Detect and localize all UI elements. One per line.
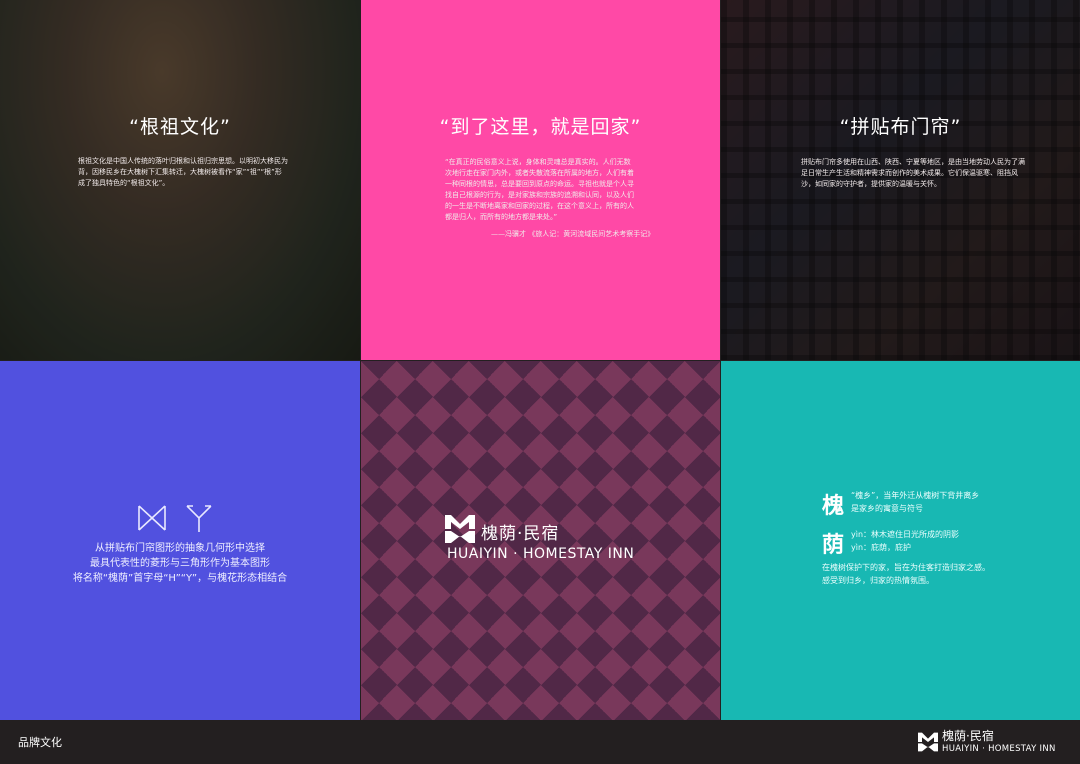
char-yin: 荫: [822, 533, 845, 558]
panel-root-culture: “根祖文化” 根祖文化是中国人传统的落叶归根和认祖归宗思想。以明初大移民为背，因…: [0, 0, 360, 360]
panel-logo-concept: 从拼贴布门帘图形的抽象几何形中选择 最具代表性的菱形与三角形作为基本图形 将名称…: [0, 361, 360, 721]
slogan-line: 将名称“槐荫”首字母“H”“Y”，与槐花形态相结合: [72, 573, 288, 584]
closing-line: 感受到归乡，归家的热情氛围。: [822, 576, 934, 585]
section-label: 品牌文化: [18, 736, 62, 749]
panel-name-meaning: 槐 “槐乡”，当年外迁从槐树下背井离乡 是家乡的寓意与符号 荫 yìn：林木遮住…: [721, 361, 1080, 721]
h-y-glyph-icon: [138, 505, 212, 532]
logo-concept-text: 从拼贴布门帘图形的抽象几何形中选择 最具代表性的菱形与三角形作为基本图形 将名称…: [0, 541, 360, 586]
closing-line: 在槐树保护下的家，旨在为住客打造归家之感。: [822, 563, 990, 572]
meaning-line: “槐乡”，当年外迁从槐树下背井离乡: [851, 491, 980, 500]
brand-mark-icon: [445, 515, 475, 543]
quote-source: ——冯骥才 《旅人记：黄河流域民间艺术考察手记》: [491, 230, 655, 238]
brand-name-cn: 槐荫·民宿: [942, 729, 994, 743]
slogan-line: 从拼贴布门帘图形的抽象几何形中选择: [95, 543, 265, 554]
panel-title: “到了这里，就是回家”: [439, 116, 642, 138]
closing-text: 在槐树保护下的家，旨在为住客打造归家之感。 感受到归乡，归家的热情氛围。: [822, 561, 990, 587]
panel-title: “拼贴布门帘”: [839, 116, 962, 138]
brand-logo: 槐荫·民宿 HUAIYIN · HOMESTAY INN: [445, 515, 685, 575]
panel-quote: “在真正的民俗意义上说，身体和灵魂总是真实的。人们无数次地行走在家门内外，或者失…: [445, 158, 634, 221]
panel-patchwork-curtain: “拼贴布门帘” 拼贴布门帘多使用在山西、陕西、宁夏等地区，是由当地劳动人民为了满…: [721, 0, 1080, 360]
brand-name-en: HUAIYIN · HOMESTAY INN: [942, 744, 1056, 754]
footer-bar: 品牌文化 槐荫·民宿 HUAIYIN · HOMESTAY INN: [0, 720, 1080, 764]
panel-title: “根祖文化”: [129, 116, 231, 138]
meaning-line: yìn：庇荫，庇护: [851, 543, 912, 552]
brand-culture-grid: “根祖文化” 根祖文化是中国人传统的落叶归根和认祖归宗思想。以明初大移民为背，因…: [0, 0, 1080, 721]
meaning-line: yìn：林木遮住日光所成的阴影: [851, 530, 960, 539]
panel-body: 拼贴布门帘多使用在山西、陕西、宁夏等地区，是由当地劳动人民为了满足日常生产生活和…: [801, 158, 1025, 188]
panel-brand-logo: 槐荫·民宿 HUAIYIN · HOMESTAY INN: [361, 361, 720, 721]
brand-mark-icon: [918, 732, 938, 752]
brand-name-cn: 槐荫·民宿: [481, 524, 560, 544]
yin-meaning: yìn：林木遮住日光所成的阴影 yìn：庇荫，庇护: [851, 528, 959, 554]
panel-body: 根祖文化是中国人传统的落叶归根和认祖归宗思想。以明初大移民为背，因移民乡在大槐树…: [78, 157, 288, 187]
footer-brand-logo: 槐荫·民宿 HUAIYIN · HOMESTAY INN: [918, 727, 1068, 759]
meaning-line: 是家乡的寓意与符号: [851, 504, 923, 513]
panel-coming-home: “到了这里，就是回家” “在真正的民俗意义上说，身体和灵魂总是真实的。人们无数次…: [361, 0, 720, 360]
char-huai: 槐: [822, 494, 845, 519]
brand-name-en: HUAIYIN · HOMESTAY INN: [447, 546, 635, 562]
huai-meaning: “槐乡”，当年外迁从槐树下背井离乡 是家乡的寓意与符号: [851, 489, 979, 515]
slogan-line: 最具代表性的菱形与三角形作为基本图形: [90, 558, 270, 569]
